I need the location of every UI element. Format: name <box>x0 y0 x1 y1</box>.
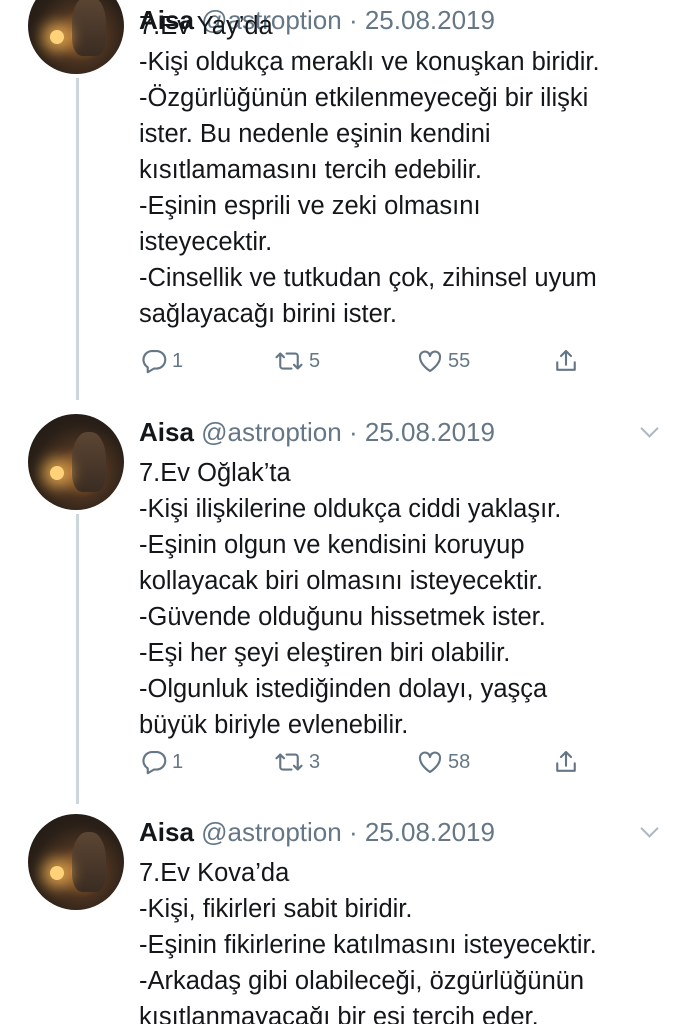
tweet-line: isteyecektir. <box>139 228 273 256</box>
tweet-line: -Eşinin fikirlerine katılmasını isteyece… <box>139 931 597 959</box>
reply-button[interactable]: 1 <box>139 742 183 782</box>
tweet-text: 7.Ev Oğlak’ta -Kişi ilişkilerine oldukça… <box>139 455 684 743</box>
share-icon <box>556 349 576 371</box>
share-icon <box>556 750 576 772</box>
tweet-line: kollayacak biri olmasını isteyecektir. <box>139 567 543 595</box>
tweet-line: -Eşinin olgun ve kendisini koruyup <box>139 531 525 559</box>
reply-icon <box>142 349 167 374</box>
tweet-line: -Eşinin esprili ve zeki olmasını <box>139 192 481 220</box>
heart-icon <box>418 350 442 373</box>
tweet-line: 7.Ev Yay’da <box>139 12 273 40</box>
avatar[interactable] <box>28 0 124 74</box>
avatar[interactable] <box>28 414 124 510</box>
tweet[interactable]: Aisa @astroption · 25.08.2019 7.Ev Oğlak… <box>0 400 691 800</box>
tweet-text: 7.Ev Kova’da -Kişi, fikirleri sabit biri… <box>139 855 684 1024</box>
tweet-line: -Eşi her şeyi eleştiren biri olabilir. <box>139 639 511 667</box>
like-button[interactable]: 58 <box>415 742 470 782</box>
retweet-button[interactable]: 3 <box>272 742 320 782</box>
tweet-header: Aisa @astroption · 25.08.2019 <box>139 817 495 848</box>
tweet-line: -Kişi oldukça meraklı ve konuşkan biridi… <box>139 48 600 76</box>
tweet[interactable]: Aisa @astroption · 25.08.2019 7.Ev Yay’d… <box>0 0 691 388</box>
retweet-icon <box>275 352 303 370</box>
tweet-actions: 1 5 55 <box>139 341 599 381</box>
tweet-line: -Arkadaş gibi olabileceği, özgürlüğünün <box>139 967 585 995</box>
chevron-down-icon[interactable] <box>640 819 659 838</box>
reply-count: 1 <box>172 750 184 773</box>
avatar[interactable] <box>28 814 124 910</box>
like-count: 58 <box>448 750 471 773</box>
tweet-line: -Güvende olduğunu hissetmek ister. <box>139 603 546 631</box>
tweet-text: 7.Ev Yay’da -Kişi oldukça meraklı ve kon… <box>139 8 684 332</box>
tweet-line: -Kişi ilişkilerine oldukça ciddi yaklaşı… <box>139 495 562 523</box>
tweet-line: 7.Ev Oğlak’ta <box>139 459 291 487</box>
tweet[interactable]: Aisa @astroption · 25.08.2019 7.Ev Kova’… <box>0 800 691 1024</box>
tweet-header: Aisa @astroption · 25.08.2019 <box>139 417 495 448</box>
retweet-icon <box>275 753 303 771</box>
tweet-actions: 1 3 58 <box>139 742 599 782</box>
tweet-line: 7.Ev Kova’da <box>139 859 290 887</box>
share-button[interactable] <box>551 742 581 782</box>
author-handle[interactable]: @astroption <box>201 817 342 847</box>
author-name[interactable]: Aisa <box>139 817 194 847</box>
tweet-line: -Cinsellik ve tutkudan çok, zihinsel uyu… <box>139 264 597 292</box>
reply-count: 1 <box>172 349 184 372</box>
tweet-line: -Özgürlüğünün etkilenmeyeceği bir ilişki <box>139 84 589 112</box>
heart-icon <box>418 751 442 774</box>
tweet-line: -Olgunluk istediğinden dolayı, yaşça <box>139 675 548 703</box>
retweet-count: 3 <box>309 750 321 773</box>
tweet-line: -Kişi, fikirleri sabit biridir. <box>139 895 413 923</box>
like-count: 55 <box>448 349 471 372</box>
retweet-button[interactable]: 5 <box>272 341 320 381</box>
like-button[interactable]: 55 <box>415 341 470 381</box>
tweet-line: ister. Bu nedenle eşinin kendini <box>139 120 491 148</box>
reply-button[interactable]: 1 <box>139 341 183 381</box>
tweet-line: büyük biriyle evlenebilir. <box>139 711 409 739</box>
reply-icon <box>142 750 167 775</box>
retweet-count: 5 <box>309 349 321 372</box>
date-separator: · <box>341 817 365 847</box>
tweet-line: kısıtlanmayacağı bir eşi tercih eder. <box>139 1003 539 1024</box>
share-button[interactable] <box>551 341 581 381</box>
tweet-line: kısıtlamamasını tercih edebilir. <box>139 156 482 184</box>
author-name[interactable]: Aisa <box>139 417 194 447</box>
tweet-date[interactable]: 25.08.2019 <box>365 817 495 847</box>
tweet-date[interactable]: 25.08.2019 <box>365 417 495 447</box>
chevron-down-icon[interactable] <box>640 419 659 438</box>
date-separator: · <box>341 417 365 447</box>
tweet-line: sağlayacağı birini ister. <box>139 300 397 328</box>
author-handle[interactable]: @astroption <box>201 417 342 447</box>
